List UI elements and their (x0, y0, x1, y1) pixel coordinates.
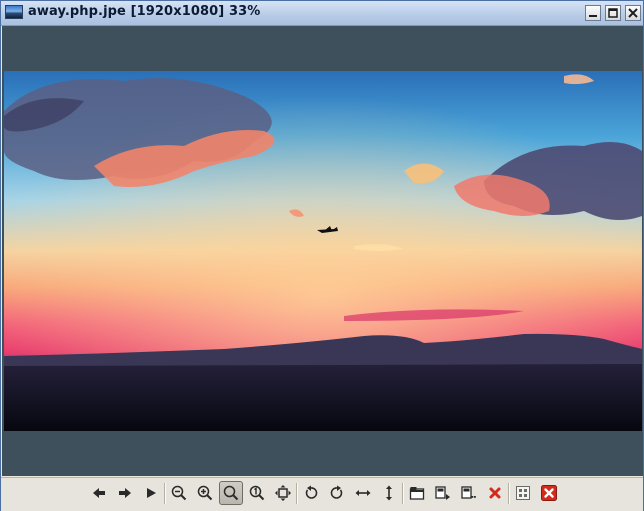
zoom-in-button[interactable] (193, 481, 217, 505)
flip-vertical-button[interactable] (377, 481, 401, 505)
image-viewer-icon (5, 5, 23, 19)
rotate-cw-icon (330, 485, 343, 499)
save-as-button[interactable] (431, 481, 455, 505)
rotate-ccw-icon (305, 485, 318, 499)
zoom-in-icon (197, 485, 213, 501)
window-title: away.php.jpe [1920x1080] 33% (28, 4, 261, 19)
rotate-left-button[interactable] (299, 481, 323, 505)
toolbar-separator (402, 483, 404, 504)
zoom-one-to-one-icon (249, 485, 265, 501)
flip-vertical-icon (386, 485, 392, 501)
flip-horizontal-button[interactable] (351, 481, 375, 505)
arrow-left-icon (93, 488, 105, 498)
quit-button[interactable] (537, 481, 561, 505)
fullscreen-button[interactable] (271, 481, 295, 505)
quit-icon (541, 485, 557, 501)
folder-icon (409, 487, 425, 500)
next-image-button[interactable] (113, 481, 137, 505)
maximize-button[interactable] (605, 5, 621, 21)
image-viewer-window: away.php.jpe [1920x1080] 33% (0, 0, 644, 511)
zoom-fit-button[interactable] (219, 481, 243, 505)
delete-button[interactable] (483, 481, 507, 505)
displayed-image[interactable] (4, 71, 642, 431)
zoom-100-button[interactable] (245, 481, 269, 505)
toolbar (1, 477, 643, 511)
close-button[interactable] (625, 5, 641, 21)
previous-image-button[interactable] (87, 481, 111, 505)
save-as-icon (435, 486, 450, 500)
close-icon (628, 8, 638, 18)
zoom-out-icon (171, 485, 187, 501)
zoom-out-button[interactable] (167, 481, 191, 505)
rotate-right-button[interactable] (325, 481, 349, 505)
properties-button[interactable] (457, 481, 481, 505)
flip-horizontal-icon (355, 490, 371, 496)
fit-window-icon (275, 485, 291, 501)
preferences-button[interactable] (511, 481, 535, 505)
maximize-icon (608, 8, 618, 18)
toolbar-separator (508, 483, 510, 504)
play-icon (147, 488, 156, 498)
toolbar-separator (164, 483, 166, 504)
magnifier-icon (223, 485, 239, 501)
image-viewport[interactable] (2, 26, 643, 476)
minimize-button[interactable] (585, 5, 601, 21)
toolbar-separator (296, 483, 298, 504)
slideshow-button[interactable] (139, 481, 163, 505)
sunset-photo (4, 71, 642, 431)
title-bar[interactable]: away.php.jpe [1920x1080] 33% (1, 1, 643, 26)
arrow-right-icon (119, 488, 131, 498)
properties-icon (461, 486, 476, 499)
preferences-icon (516, 486, 530, 500)
delete-icon (489, 487, 501, 499)
minimize-icon (589, 15, 597, 17)
open-folder-button[interactable] (405, 481, 429, 505)
